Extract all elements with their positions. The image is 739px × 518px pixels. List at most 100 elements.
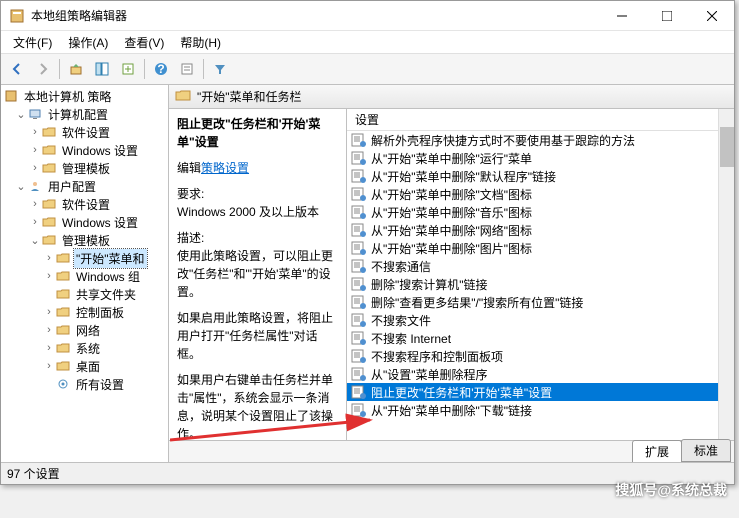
- toolbar: ?: [1, 53, 734, 85]
- policy-item-icon: [351, 277, 367, 291]
- menubar: 文件(F) 操作(A) 查看(V) 帮助(H): [1, 31, 734, 53]
- list-item[interactable]: 从"开始"菜单中删除"运行"菜单: [347, 149, 718, 167]
- expand-icon[interactable]: ›: [43, 360, 55, 372]
- tree-pane[interactable]: 本地计算机 策略 ⌄计算机配置 ›软件设置 ›Windows 设置 ›管理模板 …: [1, 85, 169, 462]
- expand-icon[interactable]: ›: [29, 198, 41, 210]
- list-item[interactable]: 从"开始"菜单中删除"网络"图标: [347, 221, 718, 239]
- folder-icon: [41, 160, 57, 176]
- list-item-label: 阻止更改"任务栏和'开始'菜单"设置: [371, 384, 552, 401]
- list-item-label: 不搜索文件: [371, 312, 431, 329]
- list-item-label: 从"开始"菜单中删除"运行"菜单: [371, 150, 532, 167]
- tree-shared-folders[interactable]: 共享文件夹: [3, 285, 166, 303]
- tree-windows-settings[interactable]: ›Windows 设置: [3, 213, 166, 231]
- tree-admin-templates[interactable]: ⌄管理模板: [3, 231, 166, 249]
- tree-root[interactable]: 本地计算机 策略: [3, 87, 166, 105]
- back-button[interactable]: [5, 57, 29, 81]
- watermark: 搜狐号@系统总裁: [615, 480, 727, 500]
- list-item[interactable]: 不搜索文件: [347, 311, 718, 329]
- properties-button[interactable]: [175, 57, 199, 81]
- policy-item-icon: [351, 403, 367, 417]
- expand-icon[interactable]: ›: [43, 342, 55, 354]
- expand-icon[interactable]: ›: [29, 126, 41, 138]
- computer-icon: [27, 106, 43, 122]
- tab-standard[interactable]: 标准: [681, 439, 731, 462]
- close-button[interactable]: [689, 1, 734, 30]
- titlebar[interactable]: 本地组策略编辑器: [1, 1, 734, 31]
- collapse-icon[interactable]: ⌄: [15, 108, 27, 121]
- minimize-button[interactable]: [599, 1, 644, 30]
- status-text: 97 个设置: [7, 465, 60, 482]
- svg-text:?: ?: [157, 62, 164, 76]
- policy-item-icon: [351, 259, 367, 273]
- expand-icon[interactable]: ›: [29, 144, 41, 156]
- edit-policy-link[interactable]: 策略设置: [201, 161, 249, 175]
- tab-extended[interactable]: 扩展: [632, 440, 682, 462]
- list-item[interactable]: 从"开始"菜单中删除"默认程序"链接: [347, 167, 718, 185]
- tree-computer-config[interactable]: ⌄计算机配置: [3, 105, 166, 123]
- expand-icon[interactable]: ›: [29, 162, 41, 174]
- list-item[interactable]: 从"设置"菜单删除程序: [347, 365, 718, 383]
- expand-icon[interactable]: ›: [43, 306, 55, 318]
- list-item[interactable]: 从"开始"菜单中删除"图片"图标: [347, 239, 718, 257]
- list-item[interactable]: 不搜索程序和控制面板项: [347, 347, 718, 365]
- settings-list[interactable]: 设置 解析外壳程序快捷方式时不要使用基于跟踪的方法从"开始"菜单中删除"运行"菜…: [347, 109, 718, 440]
- menu-action[interactable]: 操作(A): [60, 32, 116, 53]
- setting-title: 阻止更改"任务栏和'开始'菜单"设置: [177, 115, 338, 151]
- expand-icon[interactable]: ›: [43, 252, 55, 264]
- list-item[interactable]: 从"开始"菜单中删除"音乐"图标: [347, 203, 718, 221]
- show-hide-tree-button[interactable]: [90, 57, 114, 81]
- folder-icon: [41, 232, 57, 248]
- list-item[interactable]: 阻止更改"任务栏和'开始'菜单"设置: [347, 383, 718, 401]
- expand-icon[interactable]: ›: [43, 270, 55, 282]
- policy-item-icon: [351, 385, 367, 399]
- tree-network[interactable]: ›网络: [3, 321, 166, 339]
- tree-user-config[interactable]: ⌄用户配置: [3, 177, 166, 195]
- description-pane: 阻止更改"任务栏和'开始'菜单"设置 编辑策略设置 要求:Windows 200…: [169, 109, 347, 440]
- list-item-label: 从"设置"菜单删除程序: [371, 366, 488, 383]
- forward-button[interactable]: [31, 57, 55, 81]
- expand-icon[interactable]: ›: [29, 216, 41, 228]
- menu-help[interactable]: 帮助(H): [172, 32, 229, 53]
- list-item-label: 不搜索通信: [371, 258, 431, 275]
- policy-item-icon: [351, 295, 367, 309]
- list-item[interactable]: 删除"搜索计算机"链接: [347, 275, 718, 293]
- tree-control-panel[interactable]: ›控制面板: [3, 303, 166, 321]
- list-item-label: 从"开始"菜单中删除"音乐"图标: [371, 204, 532, 221]
- policy-item-icon: [351, 241, 367, 255]
- app-icon: [9, 8, 25, 24]
- maximize-button[interactable]: [644, 1, 689, 30]
- list-item-label: 不搜索 Internet: [371, 330, 451, 347]
- up-button[interactable]: [64, 57, 88, 81]
- help-button[interactable]: ?: [149, 57, 173, 81]
- menu-view[interactable]: 查看(V): [116, 32, 172, 53]
- list-item[interactable]: 删除"查看更多结果"/"搜索所有位置"链接: [347, 293, 718, 311]
- tree-desktop[interactable]: ›桌面: [3, 357, 166, 375]
- menu-file[interactable]: 文件(F): [5, 32, 60, 53]
- tree-software-settings[interactable]: ›软件设置: [3, 195, 166, 213]
- list-item[interactable]: 不搜索通信: [347, 257, 718, 275]
- tree-start-menu[interactable]: ›"开始"菜单和: [3, 249, 166, 267]
- tree-windows-settings[interactable]: ›Windows 设置: [3, 141, 166, 159]
- filter-button[interactable]: [208, 57, 232, 81]
- list-item-label: 删除"搜索计算机"链接: [371, 276, 488, 293]
- tree-software-settings[interactable]: ›软件设置: [3, 123, 166, 141]
- list-header[interactable]: 设置: [347, 109, 718, 131]
- tree-admin-templates[interactable]: ›管理模板: [3, 159, 166, 177]
- tree-system[interactable]: ›系统: [3, 339, 166, 357]
- expand-icon[interactable]: ›: [43, 324, 55, 336]
- collapse-icon[interactable]: ⌄: [29, 234, 41, 247]
- list-item[interactable]: 从"开始"菜单中删除"下载"链接: [347, 401, 718, 419]
- export-button[interactable]: [116, 57, 140, 81]
- collapse-icon[interactable]: ⌄: [15, 180, 27, 193]
- tree-windows-components[interactable]: ›Windows 组: [3, 267, 166, 285]
- policy-item-icon: [351, 133, 367, 147]
- folder-icon: [55, 286, 71, 302]
- list-item[interactable]: 不搜索 Internet: [347, 329, 718, 347]
- scrollbar[interactable]: [718, 109, 734, 440]
- list-item[interactable]: 解析外壳程序快捷方式时不要使用基于跟踪的方法: [347, 131, 718, 149]
- folder-icon: [41, 124, 57, 140]
- list-item[interactable]: 从"开始"菜单中删除"文档"图标: [347, 185, 718, 203]
- tree-all-settings[interactable]: 所有设置: [3, 375, 166, 393]
- list-item-label: 从"开始"菜单中删除"默认程序"链接: [371, 168, 556, 185]
- folder-icon: [41, 142, 57, 158]
